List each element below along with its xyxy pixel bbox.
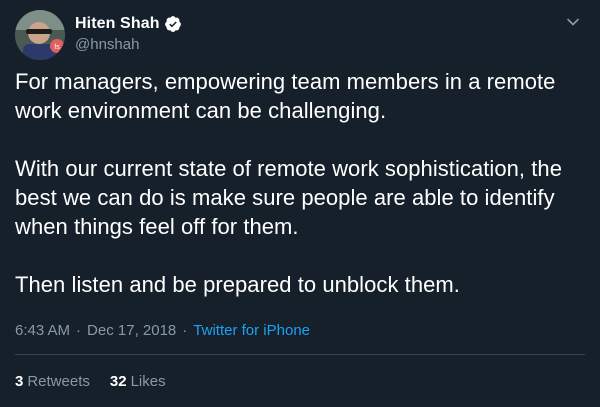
tweet-paragraph: For managers, empowering team members in… [15,69,556,123]
tweet-metadata: 6:43 AM · Dec 17, 2018 · Twitter for iPh… [15,322,310,339]
author-info: Hiten Shah @hnshah [75,13,182,53]
svg-text:fs: fs [54,44,60,51]
tweet-card: fs Hiten Shah @hnshah For managers, empo… [0,0,600,407]
avatar-photo: fs [15,10,65,60]
author-name-row: Hiten Shah [75,13,182,35]
tweet-paragraph: With our current state of remote work so… [15,156,562,239]
retweets-label: Retweets [27,373,90,390]
tweet-date[interactable]: Dec 17, 2018 [87,322,176,339]
divider [15,354,585,355]
tweet-time[interactable]: 6:43 AM [15,322,70,339]
tweet-stats: 3 Retweets 32 Likes [15,373,186,390]
tweet-header: fs Hiten Shah @hnshah [15,10,585,60]
tweet-source-link[interactable]: Twitter for iPhone [193,322,310,339]
avatar[interactable]: fs [15,10,65,60]
retweets-stat[interactable]: 3 Retweets [15,373,90,390]
author-handle[interactable]: @hnshah [75,36,182,53]
retweets-count: 3 [15,373,24,390]
meta-separator: · [182,322,188,339]
likes-count: 32 [109,373,127,390]
author-name[interactable]: Hiten Shah [75,15,160,33]
tweet-paragraph: Then listen and be prepared to unblock t… [15,272,460,297]
likes-stat[interactable]: 32 Likes [110,373,166,390]
verified-badge-icon [164,15,182,33]
meta-separator: · [76,322,82,339]
tweet-text: For managers, empowering team members in… [15,67,585,299]
chevron-down-icon[interactable] [565,14,581,30]
likes-label: Likes [130,373,166,390]
